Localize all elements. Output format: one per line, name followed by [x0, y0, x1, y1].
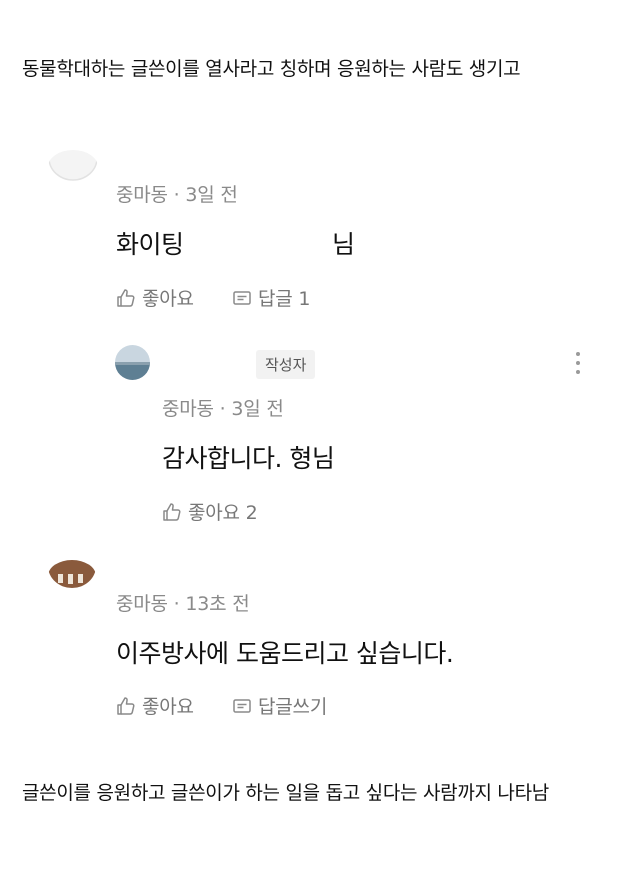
- comment-icon: [233, 290, 251, 305]
- comment-text: 감사합니다. 형님: [162, 444, 335, 473]
- comment-text: 이주방사에 도움드리고 싶습니다.: [116, 639, 454, 668]
- comment-icon: [233, 698, 251, 713]
- thumbs-up-icon: [163, 502, 181, 521]
- avatar[interactable]: [48, 560, 96, 592]
- avatar[interactable]: [115, 345, 150, 380]
- like-button[interactable]: 좋아요: [116, 284, 194, 311]
- caption-bottom: 글쓴이를 응원하고 글쓴이가 하는 일을 돕고 싶다는 사람까지 나타남: [22, 782, 549, 804]
- comment-text-part: 화이팅: [116, 230, 184, 259]
- comment-text: 화이팅: [116, 225, 184, 261]
- avatar[interactable]: [48, 150, 98, 184]
- author-badge: 작성자: [256, 350, 316, 379]
- comment-time: 3일 전: [231, 398, 284, 420]
- comment-meta: 중마동 · 13초 전: [116, 593, 250, 615]
- reply-button[interactable]: 답글쓰기: [232, 692, 327, 719]
- thumbs-up-icon: [117, 696, 135, 715]
- comment-author[interactable]: 중마동: [162, 398, 214, 420]
- comment-author[interactable]: 중마동: [116, 184, 168, 206]
- comment-time: 13초 전: [185, 593, 250, 615]
- like-button[interactable]: 좋아요 2: [162, 498, 258, 525]
- like-button[interactable]: 좋아요: [116, 692, 194, 719]
- thumbs-up-icon: [117, 288, 135, 307]
- comment-meta: 중마동 · 3일 전: [162, 398, 284, 420]
- caption-top: 동물학대하는 글쓴이를 열사라고 칭하며 응원하는 사람도 생기고: [22, 58, 521, 80]
- comment-time: 3일 전: [185, 184, 238, 206]
- reply-button[interactable]: 답글 1: [232, 284, 310, 311]
- comment-meta: 중마동 · 3일 전: [116, 184, 238, 206]
- more-vertical-icon[interactable]: [576, 352, 580, 379]
- comment-author[interactable]: 중마동: [116, 593, 168, 615]
- comment-text-suffix: 님: [332, 230, 355, 259]
